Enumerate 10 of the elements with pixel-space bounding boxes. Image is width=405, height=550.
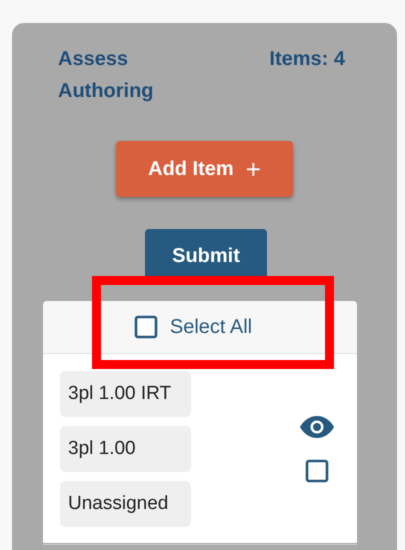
add-item-button[interactable]: Add Item + — [116, 141, 293, 197]
tag: Unassigned — [60, 481, 191, 527]
checkbox[interactable] — [134, 315, 158, 339]
tag: 3pl 1.00 — [60, 426, 191, 472]
eye-icon[interactable] — [299, 415, 335, 439]
tag: 3pl 1.00 IRT — [60, 371, 191, 417]
select-all-label[interactable]: Select All — [170, 316, 252, 338]
item-count: Items: 4 — [269, 47, 345, 72]
app-title: Assess Authoring — [58, 47, 155, 104]
checkbox[interactable] — [305, 459, 329, 483]
